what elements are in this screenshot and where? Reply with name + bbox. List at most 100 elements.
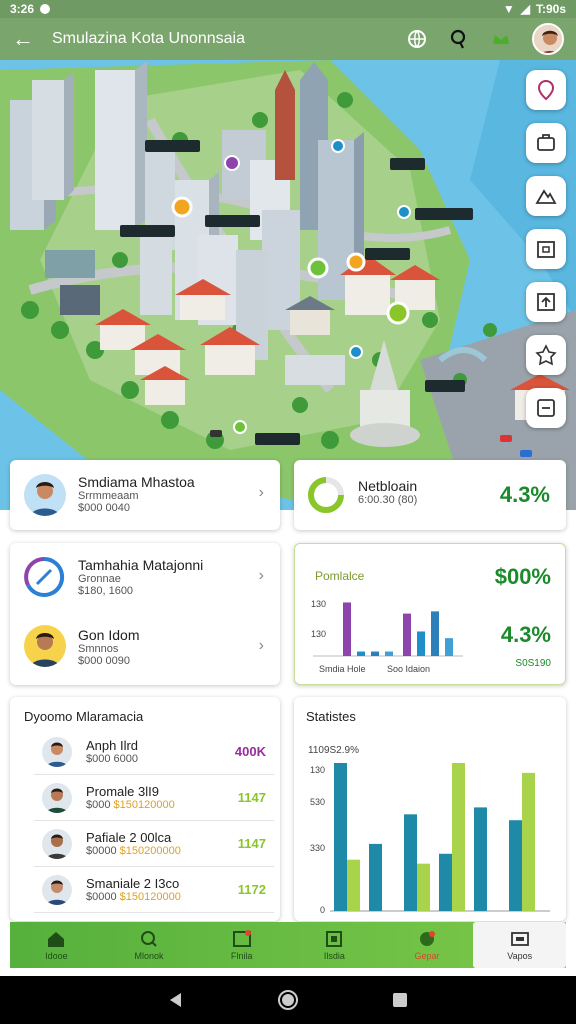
nav-label: Vapos — [507, 950, 533, 961]
nav-buildings[interactable]: Ilsdia — [288, 922, 381, 968]
nav-ball[interactable]: Gepar — [381, 922, 474, 968]
share-tool[interactable] — [526, 388, 566, 428]
list-item-detail: $000 6000 — [86, 753, 138, 765]
y-tick-label: 530 — [310, 797, 325, 807]
status-bar: 3:26 ▼ ◢ T:90s — [0, 0, 576, 18]
location-pin-icon — [537, 79, 555, 101]
progress-ring-icon — [24, 556, 65, 597]
chart-bar — [509, 820, 522, 911]
list-item-value: 1147 — [237, 790, 266, 805]
chart-bar — [404, 814, 417, 911]
statistics-title: Statistes — [306, 709, 356, 724]
x-tick-label: Smdia Hole — [319, 664, 366, 674]
briefcase-tool[interactable] — [526, 123, 566, 163]
chart-bar — [357, 651, 365, 656]
upload-tool[interactable] — [526, 282, 566, 322]
notification-dot-icon — [40, 4, 51, 14]
user-avatar[interactable] — [532, 23, 564, 55]
nav-home[interactable]: Idooe — [10, 922, 103, 968]
list-item[interactable]: Anph Ilrd $000 6000 400K — [34, 729, 274, 775]
list-item-value: 400K — [234, 744, 266, 759]
signal-icon: ◢ — [520, 2, 530, 16]
list-item-name: Anph Ilrd — [86, 738, 139, 753]
chart-bar — [403, 613, 411, 656]
list-item-name: Pafiale 2 00lca — [86, 830, 172, 845]
metric-label: Netbloain — [358, 478, 418, 494]
chart-bar — [343, 602, 351, 656]
nav-search[interactable]: Mlonok — [103, 922, 196, 968]
star-icon — [535, 344, 557, 366]
nav-label: Flnila — [230, 950, 253, 961]
terrain-tool[interactable] — [526, 176, 566, 216]
profile-name: Smdiama Mhastoa — [78, 474, 195, 490]
profile-row-2[interactable]: Tamhahia Matajonni Gronnae $180, 1600 › — [10, 543, 280, 613]
x-tick-label: Soo Idaion — [387, 664, 430, 674]
list-item-detail: $0000 $150200000 — [86, 845, 181, 857]
status-time: 3:26 — [10, 2, 35, 16]
chart-bar — [445, 638, 453, 656]
building-icon — [326, 930, 343, 947]
profile-name: Gon Idom — [78, 627, 140, 643]
y-tick-label: 0 — [320, 905, 325, 915]
list-item-value: 1147 — [237, 836, 266, 851]
chevron-right-icon: › — [258, 484, 264, 501]
crown-icon[interactable] — [490, 28, 512, 50]
calendar-icon — [537, 241, 555, 258]
list-item-name: Smaniale 2 I3co — [86, 876, 180, 891]
city-map[interactable] — [0, 60, 576, 510]
chart-bar — [439, 853, 452, 911]
star-tool[interactable] — [526, 335, 566, 375]
list-item[interactable]: Smaniale 2 I3co $0000 $150120000 1172 — [34, 867, 274, 913]
chart-bar — [334, 763, 347, 911]
profile-amount: $000 0090 — [78, 655, 130, 667]
search-icon[interactable] — [448, 28, 470, 50]
chart-bar — [347, 859, 360, 911]
people-list-card: Dyoomo Mlaramacia Anph Ilrd $000 6000 400… — [10, 697, 280, 921]
avatar — [24, 625, 66, 667]
nav-map[interactable]: Flnila — [195, 922, 288, 968]
list-item[interactable]: Promale 3lI9 $000 $150120000 1147 — [34, 775, 274, 821]
system-nav-bar — [0, 976, 576, 1024]
y-tick-label: 130 — [311, 599, 326, 609]
home-icon — [48, 931, 65, 947]
back-triangle-icon[interactable] — [166, 990, 186, 1010]
avatar — [42, 736, 72, 767]
ring-gauge-icon — [308, 477, 344, 513]
chart-bar — [522, 772, 535, 911]
list-item-value: 1172 — [237, 882, 266, 897]
search-icon — [141, 930, 157, 947]
home-circle-icon[interactable] — [277, 989, 299, 1011]
y-tick-label: 330 — [310, 843, 325, 853]
profile-subtitle: Srrmmeaam — [78, 490, 139, 502]
profile-subtitle: Smnnos — [78, 643, 119, 655]
chart-bar — [369, 843, 382, 911]
y-tick-label: 130 — [310, 765, 325, 775]
share-icon — [537, 399, 555, 417]
profiles-card: Tamhahia Matajonni Gronnae $180, 1600 › … — [10, 543, 280, 685]
profile-row-3[interactable]: Gon Idom Smnnos $000 0090 › — [10, 615, 280, 685]
list-item-detail: $0000 $150120000 — [86, 891, 181, 903]
profile-card-1[interactable]: Smdiama Mhastoa Srrmmeaam $000 0040 › — [10, 460, 280, 530]
battery-label: T:90s — [535, 2, 566, 16]
chevron-right-icon: › — [258, 567, 264, 584]
performance-bar-chart: 130 130 Smdia Hole Soo Idaion — [311, 599, 463, 674]
back-arrow-icon[interactable]: ← — [12, 26, 42, 52]
nav-wallet[interactable]: Vapos — [473, 922, 567, 968]
profile-name: Tamhahia Matajonni — [78, 557, 204, 573]
avatar — [42, 782, 72, 813]
recents-square-icon[interactable] — [390, 990, 410, 1010]
location-pin-tool[interactable] — [526, 70, 566, 110]
globe-icon[interactable] — [406, 28, 428, 50]
performance-value-3: S0S190 — [515, 658, 551, 669]
chart-bar — [431, 611, 439, 656]
bottom-nav: Idooe Mlonok Flnila Ilsdia Gepar Vapos — [10, 922, 567, 968]
briefcase-icon — [537, 134, 555, 151]
list-item[interactable]: Pafiale 2 00lca $0000 $150200000 1147 — [34, 821, 274, 867]
list-item-detail: $000 $150120000 — [86, 799, 175, 811]
performance-value-1: $00% — [494, 564, 551, 589]
chart-bar — [452, 763, 465, 911]
statistics-card: Statistes 1109S2.9% 130 530 330 0 — [294, 697, 566, 921]
chart-bar — [385, 651, 393, 656]
calendar-tool[interactable] — [526, 229, 566, 269]
metric-card[interactable]: Netbloain 6:00.30 (80) 4.3% — [294, 460, 566, 530]
